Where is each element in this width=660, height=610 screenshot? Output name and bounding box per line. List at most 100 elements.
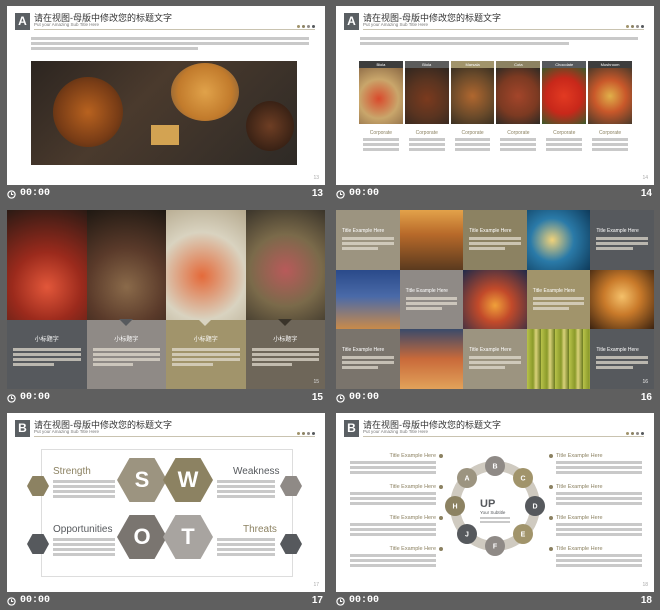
- column-photo: [542, 68, 587, 124]
- photo-tile: [7, 210, 87, 320]
- column-photo: [404, 68, 449, 124]
- photo-tile: [86, 210, 166, 320]
- slide-14-footer: 00:00 14: [336, 187, 654, 203]
- tile-grid: Title Example Here Title Example Here Ti…: [336, 210, 654, 389]
- food-photo: [31, 61, 297, 165]
- item-title: Title Example Here: [556, 546, 603, 552]
- slide-subtitle: Put your Amazing Sub Title Here: [363, 429, 429, 434]
- item: Title Example Here: [350, 515, 443, 546]
- food-columns: Biola Corporate Biola Corporate Marsala …: [359, 61, 632, 173]
- strength-label: Strength: [53, 466, 91, 477]
- header-dots: [626, 432, 644, 435]
- photo-tile: [399, 210, 464, 270]
- food-column: Cota Corporate: [496, 61, 541, 173]
- text-tile: Title Example Here: [590, 210, 654, 270]
- slide-time: 00:00: [349, 188, 380, 199]
- header-dots: [626, 25, 644, 28]
- column-tab: Chocolate: [542, 61, 587, 68]
- photo-tile: [399, 329, 464, 389]
- caption-block: 小标题字: [7, 320, 87, 389]
- photo-tile: [526, 329, 591, 389]
- item: Title Example Here: [350, 546, 443, 577]
- text-tile: Title Example Here: [336, 329, 400, 389]
- tile-title: Title Example Here: [469, 228, 512, 234]
- cycle-node-label: C: [520, 476, 525, 483]
- slide-time: 00:00: [349, 392, 380, 403]
- slide-17[interactable]: B 请在视图-母版中修改您的标题文字 Put your Amazing Sub …: [7, 413, 325, 592]
- slide-17-footer: 00:00 17: [7, 594, 325, 610]
- slide-time: 00:00: [20, 595, 51, 606]
- opportunities-label: Opportunities: [53, 524, 113, 535]
- page-number: 17: [313, 582, 319, 588]
- page-number: 18: [642, 582, 648, 588]
- center-subtitle: Your Subtitle: [480, 510, 506, 515]
- caption-title: 小标题字: [34, 337, 59, 343]
- item-title: Title Example Here: [556, 453, 603, 459]
- page-number: 15: [313, 379, 319, 385]
- photo-tile: [245, 210, 325, 320]
- swot-o-letter: O: [133, 524, 151, 549]
- cycle-node-label: D: [532, 504, 537, 511]
- item: Title Example Here: [549, 546, 642, 577]
- photo-tile: [590, 269, 654, 330]
- column-photo: [359, 68, 403, 124]
- column-tab: Biola: [404, 61, 449, 68]
- item-title: Title Example Here: [389, 453, 436, 459]
- slide-number: 16: [640, 392, 652, 403]
- photo-tile: [336, 269, 400, 330]
- tile-title: Title Example Here: [596, 347, 639, 354]
- caption-title: 小标题字: [273, 337, 298, 343]
- column-tab: Marsala: [450, 61, 495, 68]
- tile-title: Title Example Here: [342, 228, 385, 234]
- item-title: Title Example Here: [556, 484, 603, 490]
- slide-13-footer: 00:00 13: [7, 187, 325, 203]
- item: Title Example Here: [549, 515, 642, 546]
- cycle-node-label: F: [493, 544, 498, 551]
- slide-16[interactable]: Title Example Here Title Example Here Ti…: [336, 210, 654, 389]
- slide-14[interactable]: A 请在视图-母版中修改您的标题文字 Put your Amazing Sub …: [336, 6, 654, 185]
- slide-subtitle: Put your Amazing Sub Title Here: [34, 429, 100, 434]
- column-photo: [496, 68, 541, 124]
- photo-tile: [526, 210, 591, 270]
- tile-title: Title Example Here: [532, 287, 576, 294]
- page-number: 13: [313, 175, 319, 181]
- clock-icon: [7, 597, 16, 606]
- title-underline: [34, 436, 315, 437]
- cycle-node-label: A: [464, 476, 469, 483]
- title-underline: [363, 436, 644, 437]
- clock-icon: [336, 394, 345, 403]
- text-tile: Title Example Here: [399, 269, 464, 330]
- slide-number: 17: [311, 595, 323, 606]
- photo-tile: [463, 269, 527, 330]
- slide-15[interactable]: 小标题字 小标题字 小标题字 小标题字 15: [7, 210, 325, 389]
- food-column: Mushroom Corporate: [588, 61, 632, 173]
- section-letter: B: [15, 420, 30, 437]
- cycle-node-label: J: [465, 532, 469, 539]
- slide-number: 15: [311, 392, 323, 403]
- item-title: Title Example Here: [556, 515, 603, 521]
- slide-18[interactable]: B 请在视图-母版中修改您的标题文字 Put your Amazing Sub …: [336, 413, 654, 592]
- slide-13[interactable]: A 请在视图-母版中修改您的标题文字 Put your Amazing Sub …: [7, 6, 325, 185]
- page-number: 16: [642, 379, 648, 385]
- text-tile: Title Example Here: [526, 269, 591, 330]
- slide-subtitle: Put your Amazing Sub Title Here: [34, 22, 100, 27]
- slide-time: 00:00: [20, 188, 51, 199]
- item-title: Title Example Here: [389, 546, 436, 552]
- weakness-label: Weakness: [233, 466, 280, 477]
- clock-icon: [336, 597, 345, 606]
- caption-row: 小标题字 小标题字 小标题字 小标题字: [7, 319, 325, 389]
- slide-16-footer: 00:00 16: [336, 391, 654, 407]
- column-tab: Cota: [496, 61, 541, 68]
- tile-title: Title Example Here: [405, 287, 448, 294]
- body-text: [31, 37, 309, 52]
- slide-15-footer: 00:00 15: [7, 391, 325, 407]
- item-title: Title Example Here: [389, 515, 436, 521]
- slide-number: 13: [311, 188, 323, 199]
- column-photo: [588, 68, 632, 124]
- caption-title: 小标题字: [114, 337, 139, 343]
- food-column: Marsala Corporate: [450, 61, 495, 173]
- swot-s-letter: S: [134, 467, 150, 492]
- text-tile: Title Example Here: [463, 329, 527, 389]
- slide-18-footer: 00:00 18: [336, 594, 654, 610]
- food-column: Chocolate Corporate: [542, 61, 587, 173]
